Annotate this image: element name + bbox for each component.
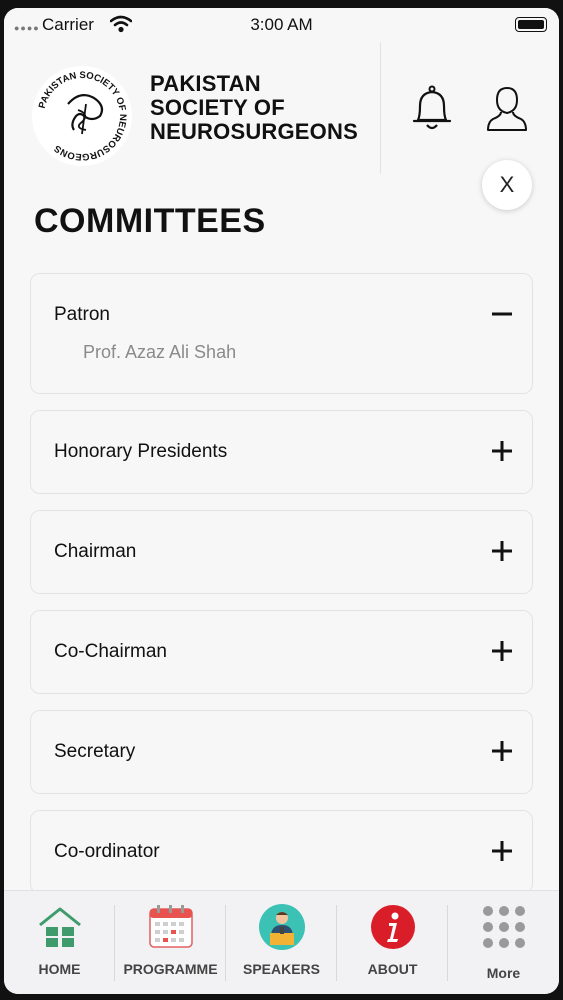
society-logo: PAKISTAN SOCIETY OF NEUROSURGEONS — [30, 64, 134, 168]
tab-more[interactable]: More — [448, 891, 559, 994]
tab-speakers[interactable]: SPEAKERS — [226, 891, 337, 994]
brand-line-2: SOCIETY OF — [150, 95, 285, 120]
accordion-title: Secretary — [54, 741, 136, 762]
accordion-header[interactable]: Co-Chairman — [31, 611, 532, 693]
app-screen: ●●●● Carrier 3:00 AM PAKISTAN SOCIETY OF… — [4, 8, 559, 994]
accordion-header[interactable]: Chairman — [31, 511, 532, 593]
accordion-item-secretary[interactable]: Secretary — [30, 710, 533, 794]
expand-plus-icon[interactable] — [490, 839, 514, 863]
accordion-item-chairman[interactable]: Chairman — [30, 510, 533, 594]
tab-label: ABOUT — [367, 961, 418, 977]
collapse-minus-icon[interactable] — [490, 302, 514, 326]
status-bar: ●●●● Carrier 3:00 AM — [4, 8, 559, 42]
bell-icon[interactable] — [410, 84, 454, 134]
accordion-header[interactable]: Secretary — [31, 711, 532, 793]
accordion-item-co-chairman[interactable]: Co-Chairman — [30, 610, 533, 694]
tab-label: PROGRAMME — [123, 961, 218, 977]
accordion-title: Co-Chairman — [54, 641, 167, 662]
header-divider — [380, 42, 381, 174]
brand-line-1: PAKISTAN — [150, 71, 261, 96]
accordion-title: Chairman — [54, 541, 137, 562]
accordion-title: Honorary Presidents — [54, 441, 228, 462]
battery-icon — [515, 17, 547, 32]
brand-name: PAKISTAN SOCIETY OF NEUROSURGEONS — [150, 72, 358, 144]
committee-accordion: Patron Prof. Azaz Ali Shah Honorary Pres… — [30, 273, 533, 910]
accordion-header[interactable]: Patron — [31, 274, 532, 354]
tab-label: HOME — [38, 961, 81, 977]
expand-plus-icon[interactable] — [490, 639, 514, 663]
clock-time: 3:00 AM — [250, 15, 313, 34]
tab-label: More — [486, 965, 521, 981]
tab-programme[interactable]: PROGRAMME — [115, 891, 226, 994]
accordion-title: Patron — [54, 304, 110, 325]
expand-plus-icon[interactable] — [490, 739, 514, 763]
info-icon — [371, 905, 415, 949]
expand-plus-icon[interactable] — [490, 539, 514, 563]
accordion-item-honorary-presidents[interactable]: Honorary Presidents — [30, 410, 533, 494]
speaker-icon — [259, 904, 305, 950]
user-profile-icon[interactable] — [484, 84, 530, 134]
home-icon — [39, 907, 81, 947]
grid-icon — [483, 906, 525, 948]
accordion-header[interactable]: Honorary Presidents — [31, 411, 532, 493]
tab-about[interactable]: ABOUT — [337, 891, 448, 994]
brand-line-3: NEUROSURGEONS — [150, 119, 358, 144]
page-title: COMMITTEES — [34, 202, 266, 240]
app-header: PAKISTAN SOCIETY OF NEUROSURGEONS PAKIST… — [4, 42, 559, 177]
accordion-header[interactable]: Co-ordinator — [31, 811, 532, 893]
calendar-icon — [149, 905, 193, 948]
accordion-title: Co-ordinator — [54, 841, 160, 862]
accordion-item-co-ordinator[interactable]: Co-ordinator — [30, 810, 533, 894]
close-button[interactable]: X — [482, 160, 532, 210]
tab-label: SPEAKERS — [242, 961, 321, 977]
expand-plus-icon[interactable] — [490, 439, 514, 463]
tab-home[interactable]: HOME — [4, 891, 115, 994]
accordion-item-patron: Patron Prof. Azaz Ali Shah — [30, 273, 533, 394]
bottom-tab-bar: HOME PROGRAMME SPEAKERS ABOUT More — [4, 890, 559, 994]
